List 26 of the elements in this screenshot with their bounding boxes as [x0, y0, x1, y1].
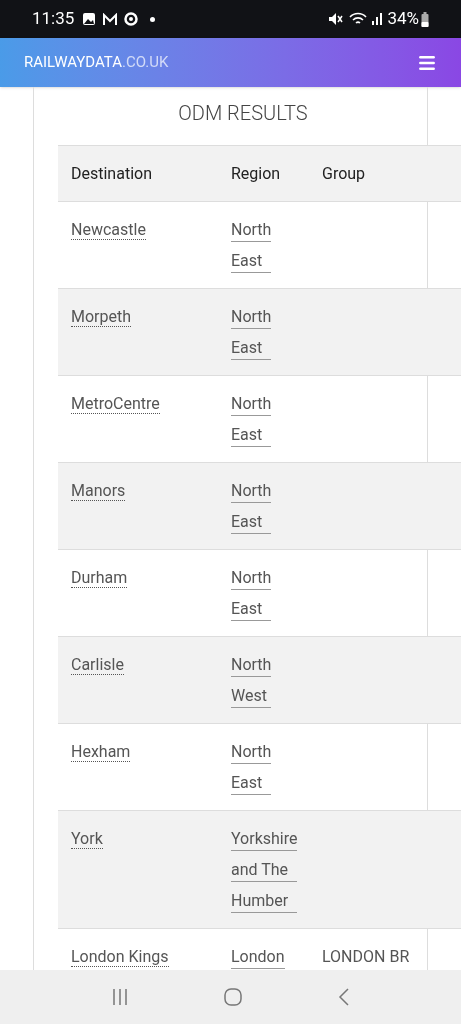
destination-link[interactable]: London Kings [71, 947, 169, 967]
browser-icon [124, 12, 139, 26]
page-title: ODM RESULTS [178, 100, 308, 127]
destination-link[interactable]: York [71, 829, 103, 849]
destination-link[interactable]: Newcastle [71, 220, 146, 240]
destination-link[interactable]: Hexham [71, 742, 131, 762]
clock: 11:35 [32, 7, 75, 31]
gallery-icon [82, 12, 97, 26]
mute-icon [328, 12, 344, 26]
recent-apps-icon[interactable] [111, 988, 130, 1006]
signal-icon [371, 12, 384, 26]
mail-icon [102, 12, 119, 26]
destination-link[interactable]: Manors [71, 481, 126, 501]
home-icon[interactable] [223, 987, 244, 1007]
destination-link[interactable]: MetroCentre [71, 394, 160, 414]
column-header: Region [231, 163, 281, 183]
battery-icon [421, 11, 429, 27]
group-text: LONDON BR [322, 947, 410, 966]
battery-percent: 34% [387, 7, 419, 31]
destination-link[interactable]: Carlisle [71, 655, 124, 675]
wifi-icon [349, 12, 368, 26]
back-icon[interactable] [337, 987, 350, 1007]
column-header: Destination [71, 163, 152, 183]
column-header: Group [322, 163, 366, 183]
destination-link[interactable]: Durham [71, 568, 128, 588]
destination-link[interactable]: Morpeth [71, 307, 132, 327]
